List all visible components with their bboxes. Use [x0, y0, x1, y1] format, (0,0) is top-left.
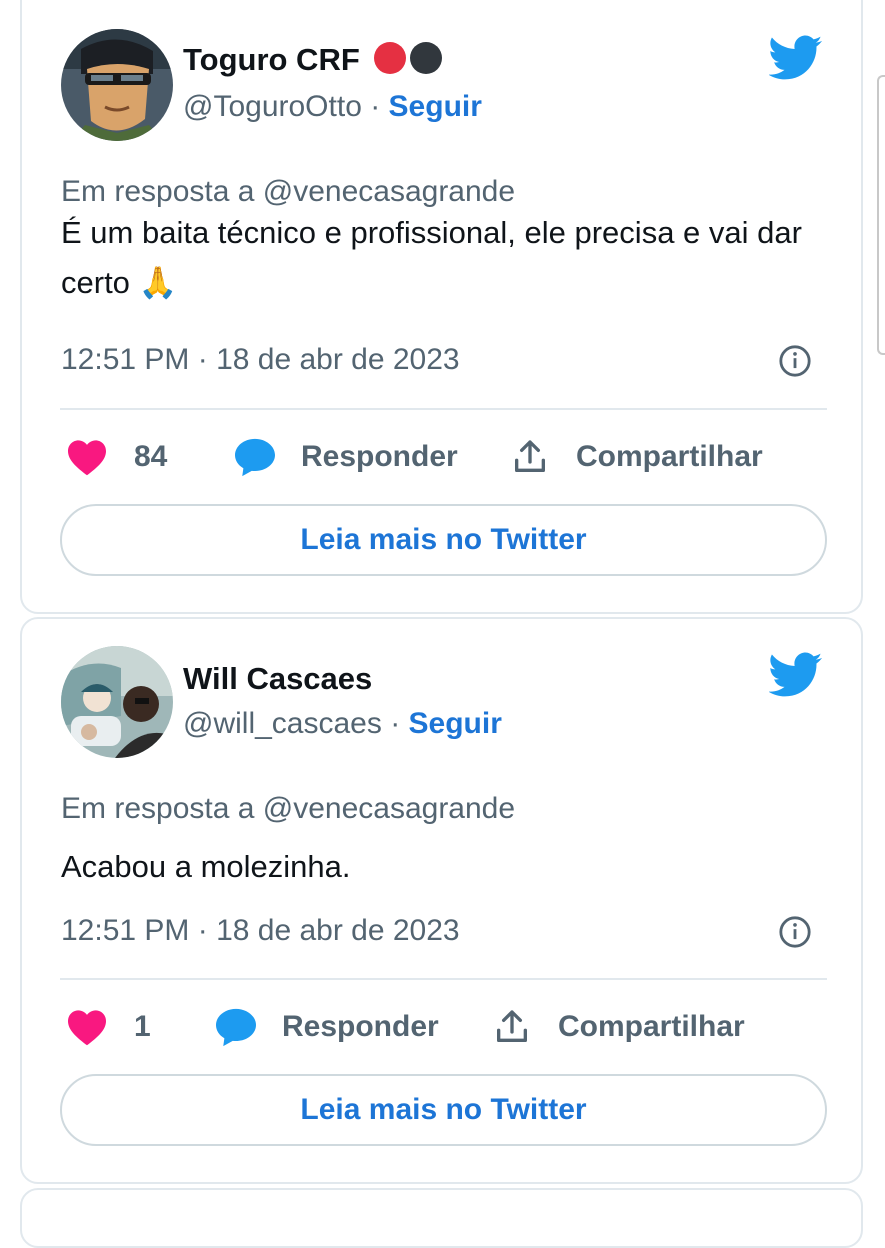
share-icon: [497, 1010, 527, 1042]
tweet-text: Acabou a molezinha.: [61, 849, 351, 884]
reply-to-label[interactable]: Em resposta a @venecasagrande: [61, 792, 515, 826]
read-more-button[interactable]: Leia mais no Twitter: [60, 1074, 827, 1146]
reply-label: Responder: [301, 440, 458, 473]
like-button[interactable]: 84: [66, 432, 167, 482]
share-icon: [515, 440, 545, 472]
twitter-bird-icon[interactable]: [769, 35, 823, 81]
author-handle[interactable]: @ToguroOtto: [183, 90, 362, 123]
reply-button[interactable]: Responder: [233, 432, 458, 482]
info-icon[interactable]: [778, 344, 812, 378]
tweet-text: É um baita técnico e profissional, ele p…: [61, 215, 802, 300]
divider: [60, 978, 827, 980]
share-label: Compartilhar: [576, 440, 763, 473]
reply-button[interactable]: Responder: [214, 1002, 439, 1052]
tweet-card: Toguro CRF @ToguroOtto · Seguir Em respo…: [20, 0, 863, 614]
author-name[interactable]: Toguro CRF: [183, 42, 360, 77]
red-circle-emoji: [374, 42, 407, 74]
reply-bubble-icon: [235, 438, 275, 477]
black-circle-emoji: [410, 42, 443, 74]
share-button[interactable]: Compartilhar: [492, 1002, 745, 1052]
share-button[interactable]: Compartilhar: [510, 432, 763, 482]
tweet-timestamp[interactable]: 12:51 PM · 18 de abr de 2023: [61, 343, 460, 377]
avatar[interactable]: [61, 29, 173, 141]
reply-bubble-icon: [216, 1008, 256, 1047]
action-bar: 84 Responder Compartilhar: [22, 432, 861, 482]
tweet-card: Will Cascaes @will_cascaes · Seguir Em r…: [20, 617, 863, 1184]
scrollbar[interactable]: [877, 75, 885, 355]
tweet-card: [20, 1188, 863, 1248]
reply-label: Responder: [282, 1010, 439, 1043]
follow-button[interactable]: Seguir: [389, 90, 482, 123]
tweet-timestamp[interactable]: 12:51 PM · 18 de abr de 2023: [61, 914, 460, 948]
divider: [60, 408, 827, 410]
share-label: Compartilhar: [558, 1010, 745, 1043]
heart-icon: [68, 1010, 106, 1046]
action-bar: 1 Responder Compartilhar: [22, 1002, 861, 1052]
heart-icon: [68, 440, 106, 476]
like-count: 1: [134, 1010, 151, 1043]
reply-to-label[interactable]: Em resposta a @venecasagrande: [61, 175, 515, 209]
twitter-bird-icon[interactable]: [769, 652, 823, 698]
like-button[interactable]: 1: [66, 1002, 151, 1052]
read-more-button[interactable]: Leia mais no Twitter: [60, 504, 827, 576]
handle-separator: ·: [361, 90, 389, 123]
follow-button[interactable]: Seguir: [409, 707, 502, 740]
info-icon[interactable]: [778, 915, 812, 949]
avatar[interactable]: [61, 646, 173, 758]
like-count: 84: [134, 440, 168, 473]
author-name[interactable]: Will Cascaes: [183, 661, 372, 697]
author-handle[interactable]: @will_cascaes: [183, 707, 382, 740]
handle-separator: ·: [381, 707, 409, 740]
